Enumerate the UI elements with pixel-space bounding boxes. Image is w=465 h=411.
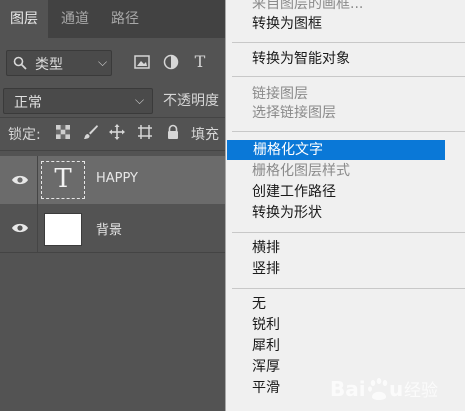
eye-icon[interactable]: [11, 221, 29, 235]
tab-channels[interactable]: 通道: [52, 0, 98, 38]
menu-item-frame-from-layers[interactable]: 来自图层的画框...: [226, 0, 465, 14]
eye-icon[interactable]: [11, 173, 29, 187]
svg-text:经验: 经验: [404, 381, 438, 401]
menu-separator: [232, 288, 465, 289]
lock-transparent-pixels-icon[interactable]: [55, 124, 71, 140]
lock-position-icon[interactable]: [109, 124, 125, 140]
panel-divider: [0, 252, 225, 253]
opacity-label: 不透明度: [163, 93, 219, 109]
menu-item-rasterize-type[interactable]: 栅格化文字: [227, 140, 445, 160]
lock-artboard-icon[interactable]: [137, 124, 153, 140]
menu-item-create-work-path[interactable]: 创建工作路径: [226, 182, 465, 202]
text-layer-thumbnail[interactable]: T: [41, 161, 85, 199]
image-filter-icon[interactable]: [133, 53, 151, 71]
baidu-watermark-logo: Bai u 经验: [328, 369, 462, 407]
menu-item-antialias-crisp[interactable]: 犀利: [226, 336, 465, 356]
svg-text:u: u: [389, 377, 403, 401]
context-menu: 来自图层的画框... 转换为图框 转换为智能对象 链接图层 选择链接图层 栅格化…: [225, 0, 465, 411]
panel-divider: [0, 117, 225, 118]
text-filter-icon[interactable]: T: [191, 53, 209, 71]
menu-item-vertical[interactable]: 竖排: [226, 259, 465, 279]
fill-label: 填充: [191, 127, 219, 143]
blend-mode-dropdown[interactable]: 正常 ⌵: [3, 88, 153, 114]
menu-item-convert-to-smart-object[interactable]: 转换为智能对象: [226, 49, 465, 69]
blend-mode-value: 正常: [14, 95, 42, 111]
menu-item-antialias-none[interactable]: 无: [226, 294, 465, 314]
menu-item-select-linked-layers[interactable]: 选择链接图层: [226, 103, 465, 123]
panel-divider: [0, 150, 225, 151]
text-layer-glyph: T: [54, 164, 72, 194]
menu-item-convert-to-frame[interactable]: 转换为图框: [226, 14, 465, 34]
adjustment-filter-icon[interactable]: [162, 53, 180, 71]
svg-text:Bai: Bai: [330, 377, 366, 401]
menu-item-rasterize-layer-style[interactable]: 栅格化图层样式: [226, 161, 465, 181]
menu-item-link-layers[interactable]: 链接图层: [226, 84, 465, 104]
layer-name[interactable]: HAPPY: [96, 171, 138, 186]
menu-item-horizontal[interactable]: 横排: [226, 238, 465, 258]
tab-paths[interactable]: 路径: [102, 0, 148, 38]
background-layer-thumbnail[interactable]: [44, 213, 82, 246]
chevron-down-icon: ⌵: [135, 93, 145, 107]
filter-selected-value: 类型: [35, 57, 63, 73]
menu-separator: [232, 42, 465, 43]
menu-item-convert-to-shape[interactable]: 转换为形状: [226, 203, 465, 223]
layer-row-happy[interactable]: T HAPPY: [0, 156, 225, 204]
menu-separator: [232, 232, 465, 233]
lock-all-icon[interactable]: [165, 124, 181, 140]
tab-layers[interactable]: 图层: [0, 0, 48, 38]
layer-row-background[interactable]: 背景: [0, 204, 225, 252]
layer-name[interactable]: 背景: [96, 219, 122, 238]
lock-image-pixels-icon[interactable]: [83, 124, 99, 140]
row-separator: [37, 156, 38, 204]
search-icon: [13, 56, 27, 70]
chevron-down-icon: ⌵: [98, 55, 108, 69]
row-separator: [37, 204, 38, 252]
lock-label: 锁定:: [8, 127, 41, 143]
menu-separator: [232, 76, 465, 77]
menu-item-antialias-sharp[interactable]: 锐利: [226, 315, 465, 335]
menu-separator: [232, 131, 465, 132]
layer-filter-dropdown[interactable]: 类型 ⌵: [6, 50, 112, 76]
